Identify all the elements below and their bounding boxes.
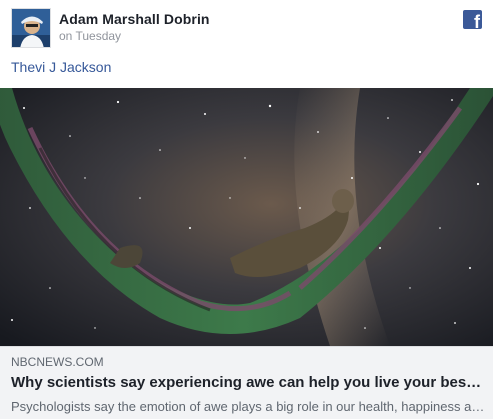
link-title[interactable]: Why scientists say experiencing awe can … <box>11 374 485 391</box>
link-preview-card[interactable]: NBCNEWS.COM Why scientists say experienc… <box>0 346 493 419</box>
post-header: Adam Marshall Dobrin on Tuesday f Thevi … <box>0 0 493 88</box>
author-avatar[interactable] <box>11 8 51 48</box>
author-name[interactable]: Adam Marshall Dobrin <box>59 11 210 27</box>
link-domain: NBCNEWS.COM <box>11 355 104 369</box>
post-timestamp[interactable]: on Tuesday <box>59 29 121 43</box>
mentioned-user-link[interactable]: Thevi J Jackson <box>11 59 111 75</box>
link-preview-image[interactable] <box>0 88 493 346</box>
link-description: Psychologists say the emotion of awe pla… <box>11 399 485 414</box>
facebook-icon[interactable]: f <box>463 10 482 29</box>
